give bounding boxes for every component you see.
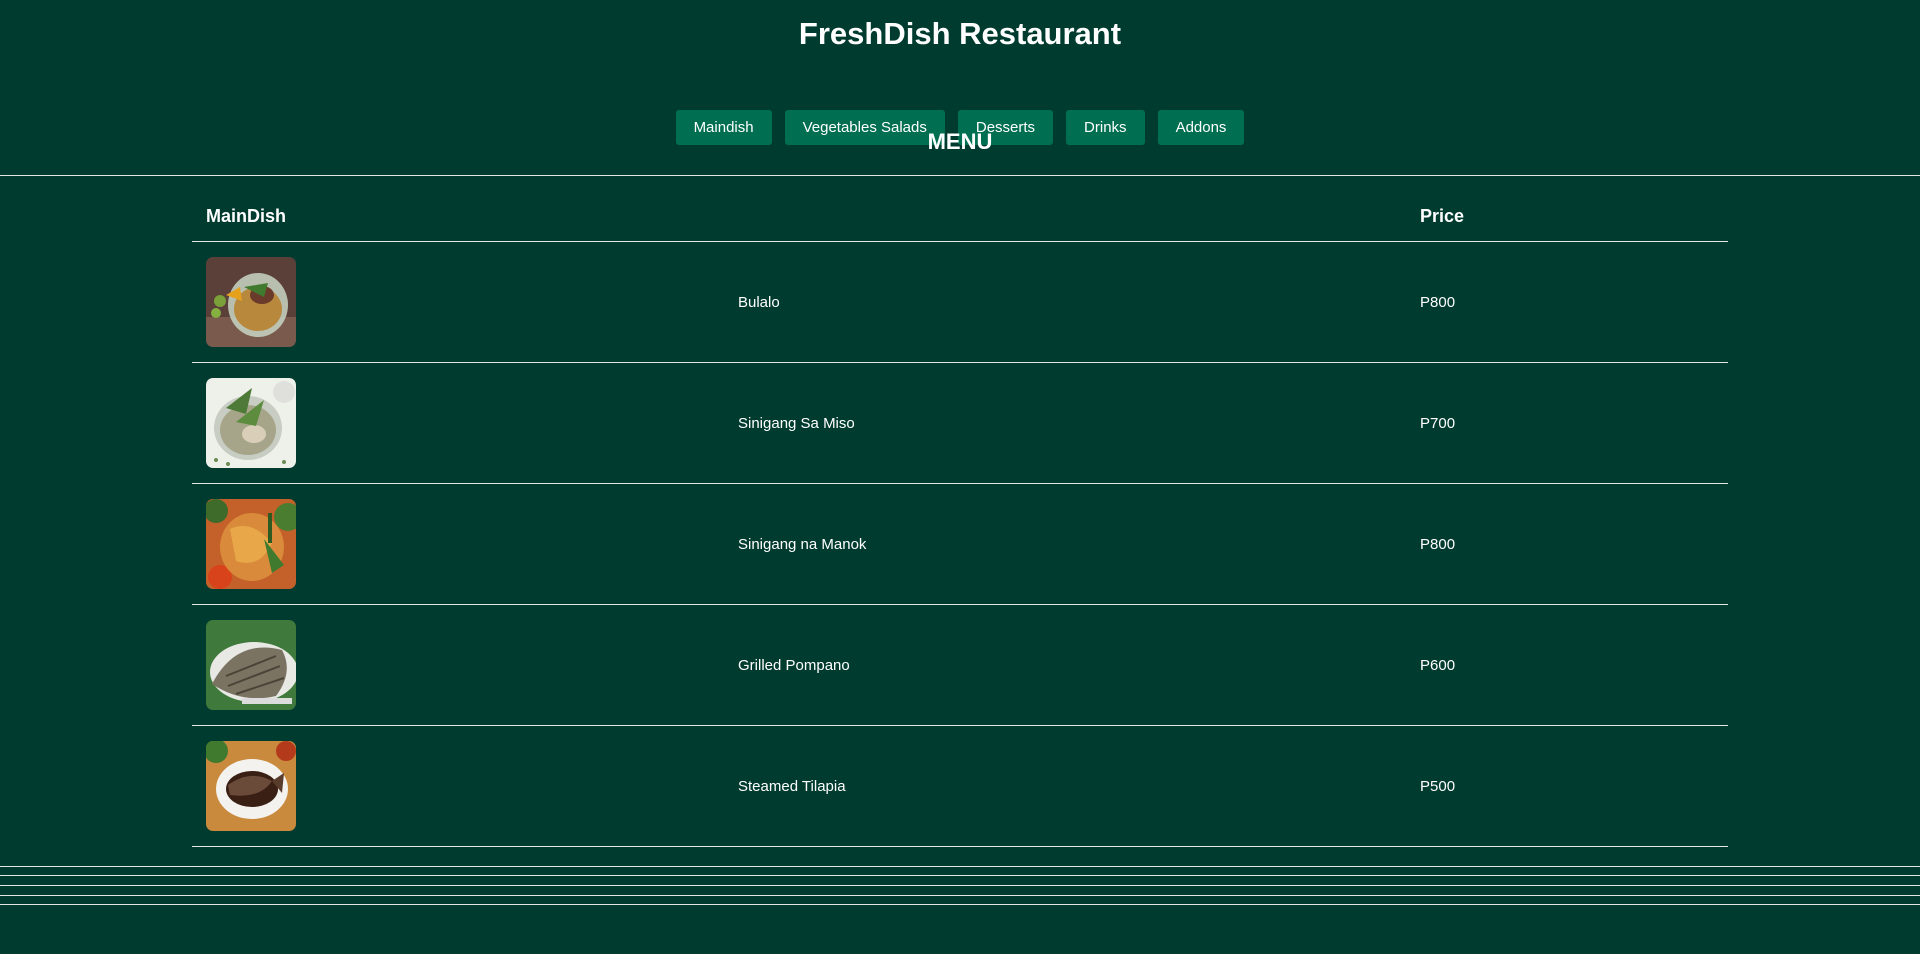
table-row: Sinigang Sa Miso P700 [192, 362, 1728, 484]
dish-image-cell [192, 604, 724, 726]
dish-image-cell [192, 483, 724, 605]
dish-price: P800 [1406, 241, 1728, 363]
dish-price: P500 [1406, 725, 1728, 847]
table-row: Sinigang na Manok P800 [192, 483, 1728, 605]
table-row: Bulalo P800 [192, 241, 1728, 363]
menu-table-wrapper: MainDish Price Bulalo P800 Sinigang Sa M… [192, 191, 1728, 847]
footer-divider-3 [0, 885, 1920, 886]
table-row: Grilled Pompano P600 [192, 604, 1728, 726]
column-header-name [724, 191, 1406, 242]
dish-image-cell [192, 241, 724, 363]
dish-price: P600 [1406, 604, 1728, 726]
header-divider [0, 175, 1920, 176]
table-header-row: MainDish Price [192, 191, 1728, 242]
dish-image-cell [192, 362, 724, 484]
dish-price: P700 [1406, 362, 1728, 484]
sinigang-na-manok-photo [206, 499, 296, 589]
dish-price: P800 [1406, 483, 1728, 605]
dish-name: Steamed Tilapia [724, 725, 1406, 847]
menu-heading: MENU [927, 129, 993, 154]
table-row: Steamed Tilapia P500 [192, 725, 1728, 847]
footer-divider-1 [0, 866, 1920, 867]
column-header-category: MainDish [192, 191, 724, 242]
steamed-tilapia-photo [206, 741, 296, 831]
bulalo-photo [206, 257, 296, 347]
menu-table: MainDish Price Bulalo P800 Sinigang Sa M… [192, 191, 1728, 847]
grilled-pompano-photo [206, 620, 296, 710]
page-header: FreshDish Restaurant [0, 0, 1920, 52]
footer-divider-5 [0, 904, 1920, 905]
footer-divider-4 [0, 895, 1920, 896]
dish-name: Sinigang na Manok [724, 483, 1406, 605]
footer-divider-2 [0, 875, 1920, 876]
column-header-price: Price [1406, 191, 1728, 242]
dish-image-cell [192, 725, 724, 847]
sinigang-sa-miso-photo [206, 378, 296, 468]
dish-name: Grilled Pompano [724, 604, 1406, 726]
page-title: FreshDish Restaurant [798, 16, 1122, 51]
dish-name: Bulalo [724, 241, 1406, 363]
dish-name: Sinigang Sa Miso [724, 362, 1406, 484]
